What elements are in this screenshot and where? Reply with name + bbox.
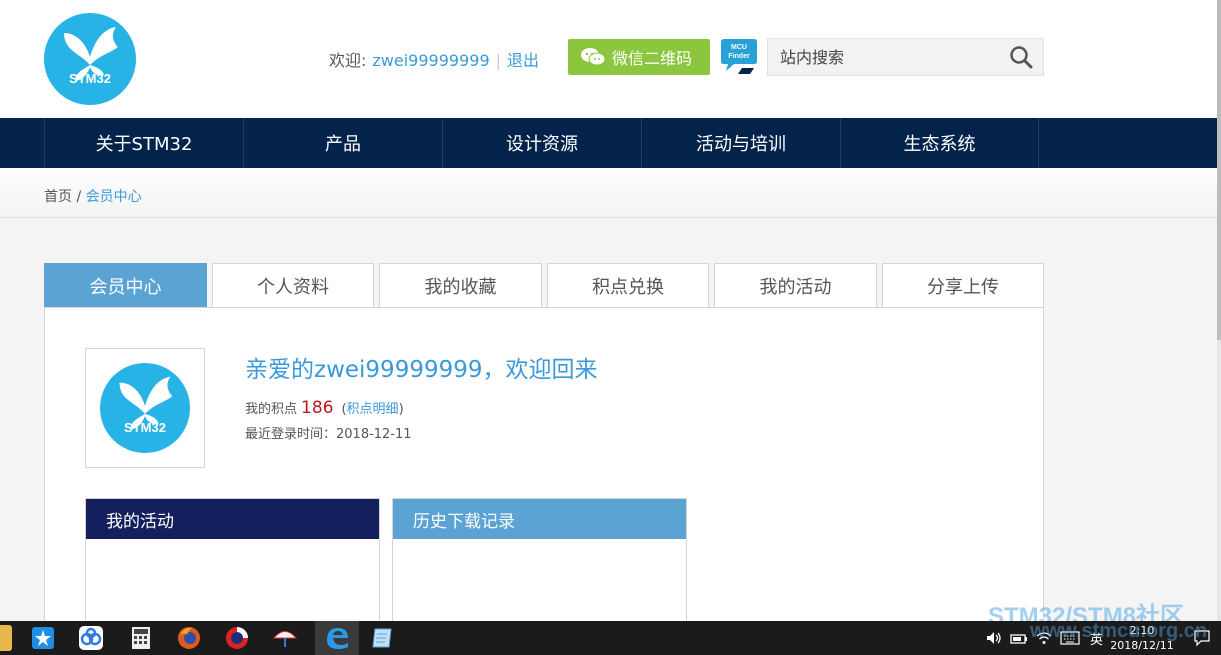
nav-item-design-resources[interactable]: 设计资源 [442, 118, 641, 168]
nav-item-ecosystem[interactable]: 生态系统 [840, 118, 1039, 168]
watermark-url: www.stmcu.org.cn [1030, 620, 1208, 642]
logo-text: STM32 [69, 71, 111, 86]
tab-member-center[interactable]: 会员中心 [44, 263, 207, 307]
avatar: STM32 [85, 348, 205, 468]
umbrella-app-icon[interactable] [272, 625, 298, 651]
baidu-netdisk-icon[interactable] [78, 625, 104, 651]
breadcrumb-current[interactable]: 会员中心 [86, 189, 142, 205]
last-login-label: 最近登录时间： [245, 427, 337, 442]
logout-link[interactable]: 退出 [507, 51, 539, 70]
last-login-value: 2018-12-11 [336, 427, 412, 442]
stm32-logo[interactable]: STM32 [44, 13, 136, 105]
download-history-heading: 历史下载记录 [393, 499, 686, 539]
paren-close: ) [398, 402, 404, 417]
points-row: 我的积点 186 (积点明细) [245, 398, 404, 418]
tab-favorites[interactable]: 我的收藏 [379, 263, 542, 307]
search-box [767, 38, 1044, 76]
battery-network-icon[interactable] [1010, 631, 1028, 645]
last-login: 最近登录时间：2018-12-11 [245, 423, 412, 442]
points-label: 我的积点 [245, 402, 298, 417]
wechat-label: 微信二维码 [612, 49, 693, 68]
volume-icon[interactable] [986, 631, 1002, 645]
pin-app-icon[interactable] [30, 625, 56, 651]
welcome-label: 欢迎: [329, 51, 367, 70]
edge-browser-icon[interactable] [324, 625, 350, 651]
nav-item-about[interactable]: 关于STM32 [44, 118, 243, 168]
points-detail-link[interactable]: 积点明细 [347, 402, 399, 417]
nav-item-events-training[interactable]: 活动与培训 [641, 118, 840, 168]
site-header: STM32 欢迎: zwei99999999 | 退出 微信二维码 MCU Finde… [0, 0, 1217, 118]
welcome-bar: 欢迎: zwei99999999 | 退出 [329, 47, 539, 71]
wechat-qr-button[interactable]: 微信二维码 [568, 39, 710, 75]
username-link[interactable]: zwei99999999 [372, 51, 489, 70]
avatar-logo: STM32 [100, 363, 190, 453]
tab-profile[interactable]: 个人资料 [212, 263, 374, 307]
notepad-icon[interactable] [370, 625, 396, 651]
tab-my-activities[interactable]: 我的活动 [714, 263, 877, 307]
butterfly-icon [64, 27, 118, 81]
avatar-text: STM32 [124, 420, 166, 435]
browser-icon[interactable] [224, 625, 250, 651]
calculator-icon[interactable] [128, 625, 154, 651]
points-detail: (积点明细) [341, 402, 403, 417]
folder-icon[interactable] [0, 625, 12, 651]
page-scrollbar[interactable] [1217, 0, 1221, 621]
search-icon[interactable] [1009, 45, 1033, 69]
mcu-finder-icon: MCU Finder [721, 39, 757, 74]
nav-item-products[interactable]: 产品 [243, 118, 442, 168]
breadcrumb-bar: 首页 / 会员中心 [0, 168, 1217, 218]
butterfly-icon [119, 376, 173, 430]
firefox-icon[interactable] [176, 625, 202, 651]
breadcrumb-home[interactable]: 首页 [44, 189, 72, 205]
divider: | [495, 51, 502, 70]
points-value: 186 [301, 398, 334, 418]
tab-points-exchange[interactable]: 积点兑换 [547, 263, 709, 307]
mcu-finder-text-1: MCU [731, 44, 747, 51]
wechat-icon [581, 48, 606, 66]
my-activities-panel: 我的活动 [85, 498, 380, 628]
download-history-panel: 历史下载记录 [392, 498, 687, 628]
search-input[interactable] [768, 39, 998, 75]
greeting-heading: 亲爱的zwei99999999，欢迎回来 [245, 357, 598, 383]
tab-share-upload[interactable]: 分享上传 [882, 263, 1044, 307]
mcu-finder-link[interactable]: MCU Finder [720, 37, 758, 77]
breadcrumb-separator: / [76, 189, 82, 205]
scrollbar-thumb[interactable] [1217, 0, 1221, 340]
mcu-finder-text-2: Finder [728, 53, 750, 60]
main-nav: 关于STM32 产品 设计资源 活动与培训 生态系统 [0, 118, 1217, 168]
my-activities-heading: 我的活动 [86, 499, 379, 539]
breadcrumb: 首页 / 会员中心 [44, 186, 142, 206]
